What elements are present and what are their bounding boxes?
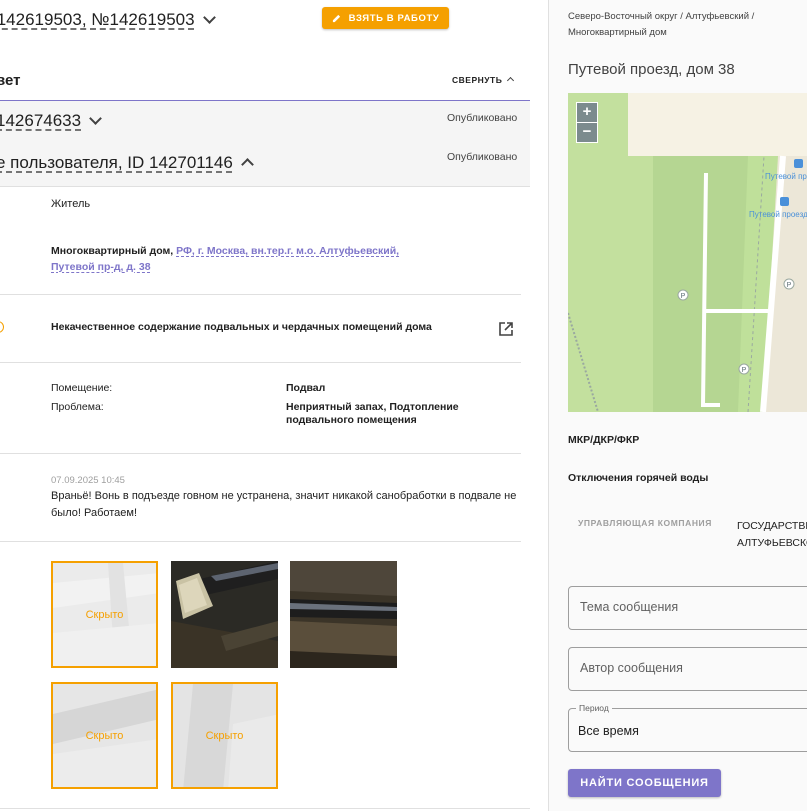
object-sidebar: Северо-Восточный округ / Алтуфьевский / … [549, 0, 807, 811]
collapse-button[interactable]: СВЕРНУТЬ [452, 75, 515, 85]
subject-field[interactable] [568, 586, 807, 630]
zoom-in-button[interactable]: + [576, 102, 598, 123]
issue-value: Неприятный запах, Подтопление подвальног… [286, 401, 459, 426]
room-value: Подвал [286, 382, 326, 394]
author-field[interactable] [568, 647, 807, 691]
hidden-label: Скрыто [85, 730, 124, 742]
chevron-up-icon[interactable] [240, 158, 254, 171]
breadcrumb: Северо-Восточный округ / Алтуфьевский / … [568, 11, 755, 38]
parking-label: P [681, 293, 686, 300]
open-external-icon[interactable] [498, 321, 514, 337]
warning-icon [0, 321, 4, 333]
take-to-work-button[interactable]: ВЗЯТЬ В РАБОТУ [322, 7, 449, 29]
address-link[interactable]: Путевой пр-д, д. 38 [51, 261, 151, 273]
subject-input[interactable] [578, 599, 807, 615]
answer-row-title[interactable]: е пользователя, ID 142701146 [0, 153, 254, 173]
room-label: Помещение: [51, 382, 113, 394]
answer-row-title[interactable]: 142674633 [0, 111, 102, 131]
management-company-value: ГОСУДАРСТВЕННОЕ АЛТУФЬЕВСКОГО [737, 520, 807, 549]
chevron-down-icon[interactable] [89, 112, 102, 125]
divider [0, 362, 521, 363]
hidden-label: Скрыто [205, 730, 244, 742]
chevron-down-icon[interactable] [202, 11, 216, 24]
find-messages-button[interactable]: НАЙТИ СООБЩЕНИЯ [568, 769, 721, 797]
status-badge: Опубликовано [447, 112, 518, 124]
answer-row[interactable]: 142674633 Опубликовано [0, 101, 530, 142]
issue-label: Проблема: [51, 401, 104, 413]
hidden-label: Скрыто [85, 609, 124, 621]
map[interactable]: P P P Путевой проезд, д40 Путевой проезд… [568, 93, 807, 412]
author-role: Житель [51, 198, 91, 210]
take-to-work-label: ВЗЯТЬ В РАБОТУ [348, 12, 440, 24]
photo-thumbnail[interactable] [171, 561, 278, 668]
comment-date: 07.09.2025 10:45 [51, 475, 125, 486]
parking-label: P [742, 367, 747, 374]
zoom-out-button[interactable]: − [576, 122, 598, 143]
photo-thumbnail-hidden[interactable]: Скрыто [51, 561, 158, 668]
divider [0, 453, 521, 454]
photo-thumbnail-hidden[interactable]: Скрыто [51, 682, 158, 789]
answers-section-title: вет [0, 72, 21, 89]
divider [0, 541, 521, 542]
photo-thumbnail-hidden[interactable]: Скрыто [171, 682, 278, 789]
hot-water-label: Отключения горячей воды [568, 472, 709, 484]
photo-image [290, 561, 397, 668]
answer-row[interactable]: е пользователя, ID 142701146 Опубликован… [0, 141, 530, 187]
map-tiles: P P P Путевой проезд, д40 Путевой проезд… [568, 93, 807, 412]
divider [0, 294, 521, 295]
problem-title: Некачественное содержание подвальных и ч… [51, 321, 432, 333]
bus-stop-label: Путевой проезд, д40 [765, 172, 807, 181]
pencil-icon [332, 14, 340, 22]
photo-thumbnail[interactable] [290, 561, 397, 668]
chevron-up-icon [507, 76, 515, 85]
status-badge: Опубликовано [447, 151, 518, 163]
period-value: Все время [578, 724, 639, 738]
answer-row-title-text: 142674633 [0, 111, 82, 130]
collapse-label: СВЕРНУТЬ [452, 75, 503, 85]
object-address: Многоквартирный дом, РФ, г. Москва, вн.т… [51, 243, 411, 275]
bus-stop-label: Путевой проезд, д40 [749, 210, 807, 219]
management-company-label: УПРАВЛЯЮЩАЯ КОМПАНИЯ [578, 518, 712, 528]
page-title: Путевой проезд, дом 38 [568, 61, 735, 78]
answers-section-header: вет СВЕРНУТЬ [0, 60, 530, 102]
address-link[interactable]: РФ, г. Москва, вн.тер.г. м.о. Алтуфьевск… [176, 245, 399, 257]
period-select[interactable]: Период Все время [568, 703, 807, 752]
period-legend: Период [576, 703, 612, 713]
divider [0, 808, 530, 809]
mkr-label: МКР/ДКР/ФКР [568, 434, 640, 446]
ticket-title[interactable]: .142619503, №142619503 [0, 10, 216, 30]
author-input[interactable] [578, 660, 807, 676]
answer-row-title-text: е пользователя, ID 142701146 [0, 153, 233, 172]
ticket-panel: .142619503, №142619503 ВЗЯТЬ В РАБОТУ ве… [0, 0, 530, 811]
photo-image [171, 561, 278, 668]
comment-text: Враньё! Вонь в подъезде говном не устран… [51, 490, 517, 519]
address-prefix: Многоквартирный дом, [51, 245, 174, 257]
parking-label: P [787, 282, 792, 289]
ticket-title-text: .142619503, №142619503 [0, 10, 195, 29]
